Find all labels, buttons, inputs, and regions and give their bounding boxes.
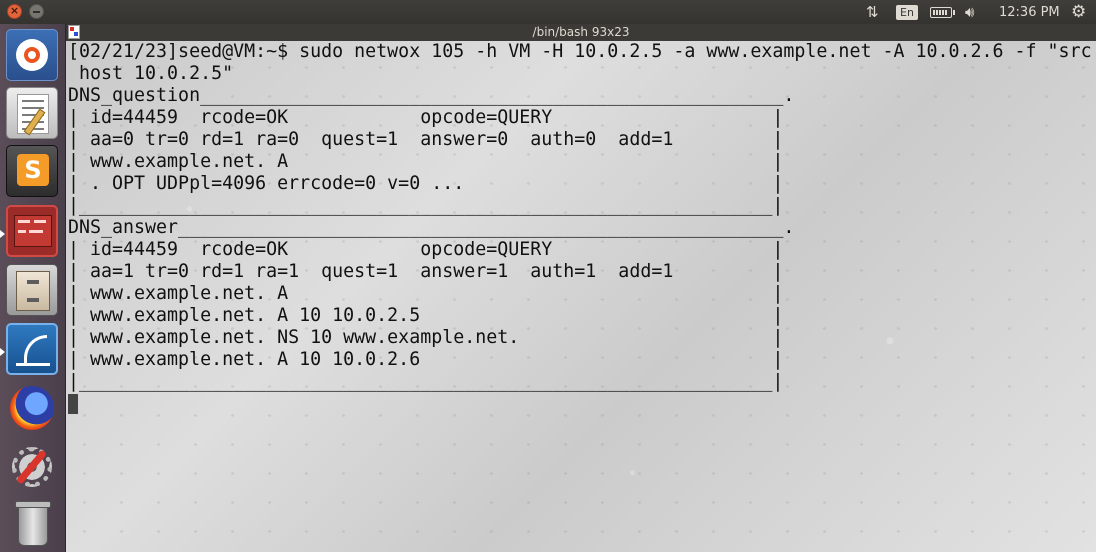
running-indicator [0, 230, 5, 238]
gear-icon[interactable]: ⚙ [1071, 0, 1086, 24]
terminal-line: | www.example.net. A 10 10.0.2.6 | [68, 349, 784, 370]
system-settings-icon[interactable] [6, 441, 58, 493]
terminal-line: | www.example.net. A | [68, 283, 784, 304]
text-editor-icon[interactable] [6, 87, 58, 139]
terminal-title: /bin/bash 93x23 [532, 25, 630, 39]
terminal-line: | www.example.net. A | [68, 151, 784, 172]
terminal-line: | www.example.net. A 10 10.0.2.5 | [68, 305, 784, 326]
terminal-app-icon [68, 25, 80, 39]
terminal-output[interactable]: [02/21/23]seed@VM:~$ sudo netwox 105 -h … [68, 41, 1094, 549]
terminal-line: | aa=0 tr=0 rd=1 ra=0 quest=1 answer=0 a… [68, 129, 784, 150]
volume-icon[interactable]: 🔊︎ [965, 0, 974, 24]
ubuntu-dash-icon[interactable] [6, 29, 58, 81]
sublime-text-icon[interactable]: S [6, 145, 58, 197]
terminal-line: | . OPT UDPpl=4096 errcode=0 v=0 ... | [68, 173, 784, 194]
terminal-line: DNS_answer______________________________… [68, 217, 795, 238]
language-label: En [896, 4, 918, 20]
terminal-line: [02/21/23]seed@VM:~$ sudo netwox 105 -h … [68, 41, 1092, 62]
files-icon[interactable] [6, 264, 58, 316]
terminal-line: | aa=1 tr=0 rd=1 ra=1 quest=1 answer=1 a… [68, 261, 784, 282]
terminal-title-bar[interactable]: /bin/bash 93x23 [66, 24, 1096, 41]
top-panel: × ⇅ En 🔊︎ 12:36 PM ⚙ [0, 0, 1096, 24]
terminal-line: |_______________________________________… [68, 195, 784, 216]
launcher: S [0, 24, 66, 552]
firefox-icon[interactable] [6, 382, 58, 434]
terminal-line: |_______________________________________… [68, 371, 784, 392]
terminal-line: DNS_question____________________________… [68, 85, 795, 106]
close-icon[interactable]: × [7, 4, 22, 19]
clock[interactable]: 12:36 PM [999, 0, 1060, 24]
running-indicator [0, 348, 5, 356]
sort-arrows-icon[interactable]: ⇅ [866, 0, 879, 24]
minimize-icon[interactable] [29, 4, 44, 19]
battery-icon[interactable] [930, 0, 955, 24]
trash-icon[interactable] [6, 498, 58, 550]
terminal-icon[interactable] [6, 205, 58, 257]
wireshark-icon[interactable] [6, 323, 58, 375]
terminal-line: | id=44459 rcode=OK opcode=QUERY | [68, 107, 784, 128]
keyboard-language-indicator[interactable]: En [896, 0, 918, 24]
prompt-line[interactable] [68, 393, 1094, 415]
terminal-window[interactable]: /bin/bash 93x23 [02/21/23]seed@VM:~$ sud… [66, 24, 1096, 552]
text-cursor [68, 394, 78, 414]
terminal-line: | id=44459 rcode=OK opcode=QUERY | [68, 239, 784, 260]
terminal-line: host 10.0.2.5" [68, 63, 234, 84]
terminal-line: | www.example.net. NS 10 www.example.net… [68, 327, 784, 348]
